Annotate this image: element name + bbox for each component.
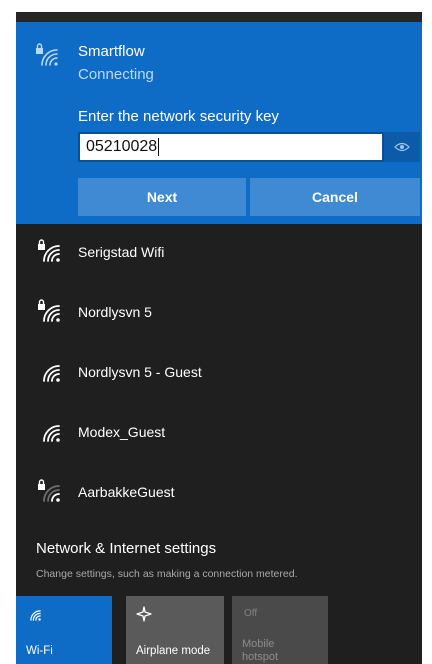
flyout-top-edge	[16, 12, 422, 22]
wifi-secured-icon	[36, 43, 58, 66]
wifi-icon	[43, 365, 60, 382]
network-item-nordlysvn-5-guest[interactable]: Nordlysvn 5 - Guest	[16, 344, 422, 404]
tile-label: Mobile hotspot	[242, 638, 278, 664]
tile-label: Wi-Fi	[26, 645, 53, 657]
security-key-value: 05210028	[86, 138, 158, 155]
network-name: AarbakkeGuest	[78, 484, 175, 500]
airplane-icon	[136, 606, 152, 622]
wifi-icon	[30, 610, 41, 621]
network-item-modex-guest[interactable]: Modex_Guest	[16, 404, 422, 464]
network-name: Nordlysvn 5	[78, 304, 152, 320]
wifi-icon	[43, 425, 60, 442]
cancel-button[interactable]: Cancel	[250, 178, 420, 216]
next-button[interactable]: Next	[78, 178, 246, 216]
network-name: Serigstad Wifi	[78, 244, 165, 260]
eye-icon	[394, 142, 410, 152]
network-item-aarbakkeguest[interactable]: AarbakkeGuest	[16, 464, 422, 524]
tile-label: Airplane mode	[136, 645, 211, 657]
network-item-nordlysvn-5[interactable]: Nordlysvn 5	[16, 284, 422, 344]
wifi-toggle-tile[interactable]: Wi-Fi	[16, 596, 112, 664]
network-settings-link[interactable]: Network & Internet settings	[36, 540, 216, 557]
wifi-secured-icon	[38, 479, 60, 502]
network-flyout: Smartflow Connecting Enter the network s…	[16, 12, 422, 664]
network-name: Modex_Guest	[78, 424, 166, 440]
wifi-secured-icon	[38, 299, 60, 322]
selected-network-name: Smartflow	[78, 43, 145, 60]
airplane-mode-tile[interactable]: Airplane mode	[126, 596, 224, 664]
reveal-password-button[interactable]	[384, 132, 420, 162]
selected-network-panel[interactable]: Smartflow Connecting Enter the network s…	[16, 22, 422, 224]
text-caret	[158, 137, 160, 156]
network-item-serigstad-wifi[interactable]: Serigstad Wifi	[16, 224, 422, 284]
tile-label-line1: Mobile	[242, 638, 275, 650]
tile-label-line2: hotspot	[242, 651, 279, 663]
network-name: Nordlysvn 5 - Guest	[78, 364, 202, 380]
hotspot-icon: Off	[244, 608, 258, 619]
connection-status: Connecting	[78, 66, 154, 83]
wifi-secured-icon	[38, 239, 60, 262]
security-key-input[interactable]: 05210028	[78, 132, 384, 162]
mobile-hotspot-tile[interactable]: Off Mobile hotspot	[232, 596, 328, 664]
security-key-label: Enter the network security key	[78, 108, 279, 125]
network-settings-description: Change settings, such as making a connec…	[36, 568, 298, 580]
